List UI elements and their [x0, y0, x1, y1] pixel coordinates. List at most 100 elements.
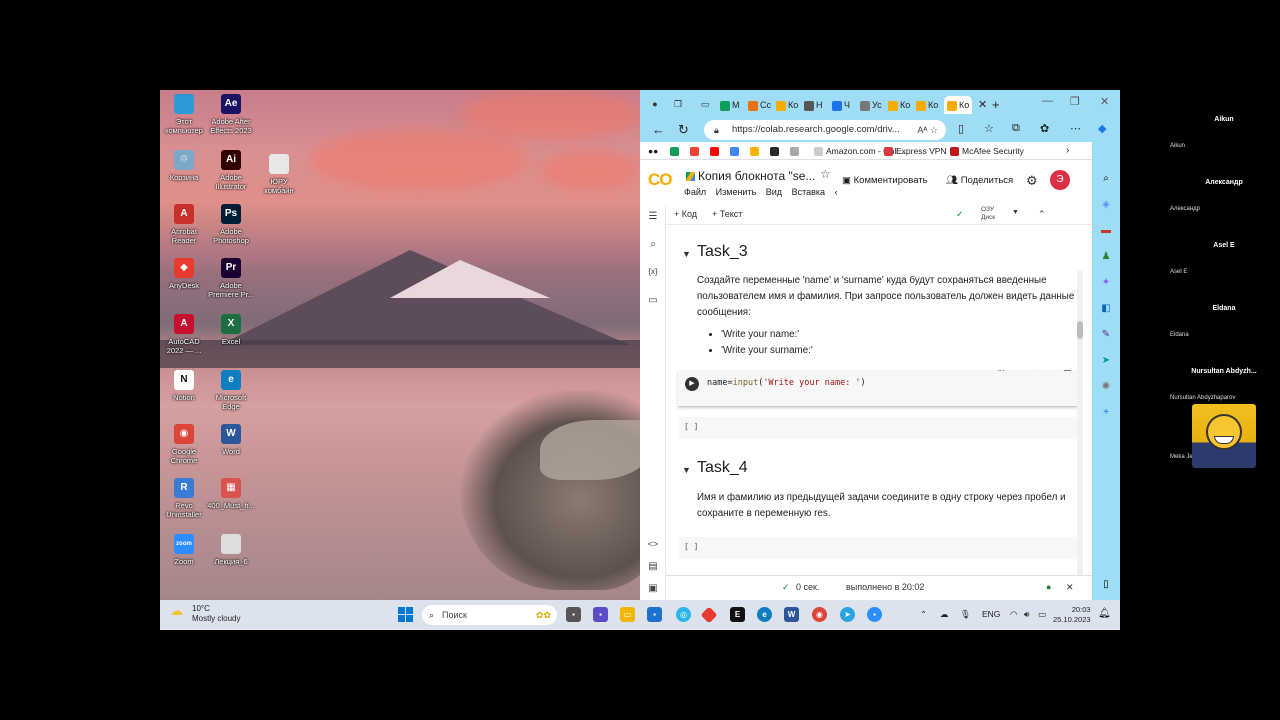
desktop-icon[interactable]: ЮРУ комбайн [255, 154, 303, 195]
desktop-icon[interactable]: Ai Adobe Illustrator [207, 150, 255, 191]
volume-icon[interactable]: 🔊︎ [1024, 609, 1029, 620]
chrome-icon[interactable]: ◉ [812, 607, 827, 622]
desktop-icon[interactable]: A AutoCAD 2022 — ... [160, 314, 208, 355]
gear-icon[interactable]: ⚙ [1026, 173, 1038, 189]
collapse-section-icon[interactable]: ▼ [682, 465, 691, 475]
more-menu-icon[interactable]: ⋯ [1070, 122, 1081, 135]
microphone-icon[interactable]: 🎙︎ [960, 609, 971, 620]
menu-more[interactable]: ‹ [835, 187, 838, 197]
close-status-icon[interactable]: ✕ [1066, 582, 1074, 593]
desktop-icon[interactable]: ◉ Google Chrome [160, 424, 208, 465]
star-icon[interactable]: ☆ [820, 167, 831, 181]
teams-icon[interactable]: ▪ [593, 607, 608, 622]
wifi-icon[interactable]: ◠ [1010, 609, 1017, 620]
games-icon[interactable]: ♟ [1099, 250, 1113, 264]
comment-button[interactable]: ▣ Комментировать [842, 175, 928, 186]
browser-tab[interactable]: Ко [944, 96, 973, 114]
terminal-icon[interactable]: ▣ [646, 583, 660, 594]
desktop-icon[interactable]: ▦ 400_Must_h... [207, 478, 255, 510]
workspaces-icon[interactable]: ❐ [671, 97, 685, 111]
add-text-button[interactable]: + Текст [712, 209, 742, 219]
minimize-icon[interactable]: — [1042, 95, 1053, 107]
variables-icon[interactable]: {x} [646, 267, 660, 276]
bookmark-gmail-icon[interactable] [690, 142, 702, 160]
desktop-icon[interactable]: W Word [207, 424, 255, 456]
maximize-icon[interactable]: ❐ [1070, 95, 1080, 108]
browser-tab[interactable]: Ус [860, 96, 882, 114]
new-tab-button[interactable]: + [992, 96, 1000, 114]
zoom-icon[interactable]: ▪ [867, 607, 882, 622]
sidebar-toggle-icon[interactable]: ▯ [1099, 578, 1113, 592]
desktop-icon[interactable]: Ae Adobe After Effects 2023 [207, 94, 255, 135]
shopping-icon[interactable]: ◈ [1099, 198, 1113, 212]
browser-tab[interactable]: Ко [776, 96, 798, 114]
search-icon[interactable]: ⌕ [646, 239, 660, 250]
close-tab-icon[interactable]: ✕ [978, 96, 987, 114]
battery-icon[interactable]: ▭ [1038, 609, 1046, 620]
language-indicator[interactable]: ENG [982, 609, 1000, 619]
telegram-icon[interactable]: ➤ [840, 607, 855, 622]
chevron-down-icon[interactable]: ▼ [1012, 209, 1019, 216]
menu-insert[interactable]: Вставка [792, 187, 825, 197]
epic-icon[interactable]: E [730, 607, 745, 622]
scrollbar[interactable] [1077, 271, 1083, 600]
desktop-icon[interactable]: ◆ AnyDesk [160, 258, 208, 290]
desktop-icon[interactable]: Лекция_6 [207, 534, 255, 566]
bookmark-expressvpn[interactable]: Express VPN [884, 142, 947, 160]
desktop-icon[interactable]: zoom Zoom [160, 534, 208, 566]
bookmark-translate-icon[interactable] [730, 142, 742, 160]
profile-icon[interactable]: ● [648, 97, 662, 111]
apps-icon[interactable]: ●● [648, 142, 658, 160]
favorites-icon[interactable]: ☆ [984, 122, 994, 135]
store-icon[interactable]: ▪ [647, 607, 662, 622]
start-button[interactable] [398, 607, 413, 622]
search-icon[interactable]: ⌕ [1099, 172, 1113, 186]
notebook-title[interactable]: Копия блокнота "se... [686, 169, 815, 183]
code-snippets-icon[interactable]: <> [646, 539, 660, 549]
desktop-icon[interactable]: A Acrobat Reader [160, 204, 208, 245]
collections-icon[interactable]: ⧉ [1012, 122, 1020, 135]
notifications-icon[interactable]: 🔔︎ [1098, 608, 1111, 619]
desktop-icon[interactable]: R Revo Uninstaller [160, 478, 208, 519]
files-icon[interactable]: ▭ [646, 295, 660, 306]
bookmark-mcafee[interactable]: McAfee Security [950, 142, 1024, 160]
menu-file[interactable]: Файл [684, 187, 706, 197]
code-cell[interactable]: ▶ name=input('Write your name: ') [678, 371, 1078, 407]
drop-icon[interactable]: ✎ [1099, 328, 1113, 342]
chevron-right-icon[interactable]: › [1066, 142, 1069, 160]
browser-tab[interactable]: Сс [748, 96, 771, 114]
refresh-icon[interactable]: ↻ [678, 122, 689, 138]
browser-tab[interactable]: Ко [916, 96, 938, 114]
collapse-icon[interactable]: ⌃ [1038, 209, 1046, 220]
app-icon[interactable]: ◎ [676, 607, 691, 622]
split-screen-icon[interactable]: ▯ [958, 122, 964, 135]
copilot-icon[interactable]: ◆ [1098, 122, 1106, 135]
desktop-icon[interactable]: Pr Adobe Premiere Pr... [207, 258, 255, 299]
close-window-icon[interactable]: ✕ [1100, 95, 1109, 108]
bookmark-youtube-icon[interactable] [710, 142, 722, 160]
add-icon[interactable]: + [1099, 406, 1113, 420]
tools-icon[interactable]: ▬ [1099, 224, 1113, 238]
task-view-icon[interactable]: ▪ [566, 607, 581, 622]
taskbar-search-input[interactable]: ⌕ Поиск ✿✿ [422, 605, 557, 625]
bookmark-github-icon[interactable] [770, 142, 782, 160]
telegram-icon[interactable]: ➤ [1099, 354, 1113, 368]
outlook-icon[interactable]: ◧ [1099, 302, 1113, 316]
onedrive-icon[interactable]: ☁ [940, 609, 949, 620]
clock[interactable]: 20:03 25.10.2023 [1053, 605, 1091, 625]
command-palette-icon[interactable]: ▤ [646, 561, 660, 572]
desktop-icon[interactable]: Ps Adobe Photoshop [207, 204, 255, 245]
run-cell-button[interactable]: ▶ [685, 377, 699, 391]
scrollbar-thumb[interactable] [1077, 321, 1083, 339]
bookmark-site-icon[interactable] [750, 142, 762, 160]
add-code-button[interactable]: + Код [674, 209, 697, 219]
desktop-icon[interactable]: X Excel [207, 314, 255, 346]
edge-icon[interactable]: e [757, 607, 772, 622]
menu-view[interactable]: Вид [766, 187, 782, 197]
empty-code-cell[interactable]: [ ] [678, 417, 1078, 439]
read-aloud-icon[interactable]: Aᴬ ☆ [917, 120, 938, 140]
anydesk-icon[interactable] [700, 606, 718, 624]
word-icon[interactable]: W [784, 607, 799, 622]
browser-tab[interactable]: Ч [832, 96, 850, 114]
bookmark-drive-icon[interactable] [670, 142, 682, 160]
